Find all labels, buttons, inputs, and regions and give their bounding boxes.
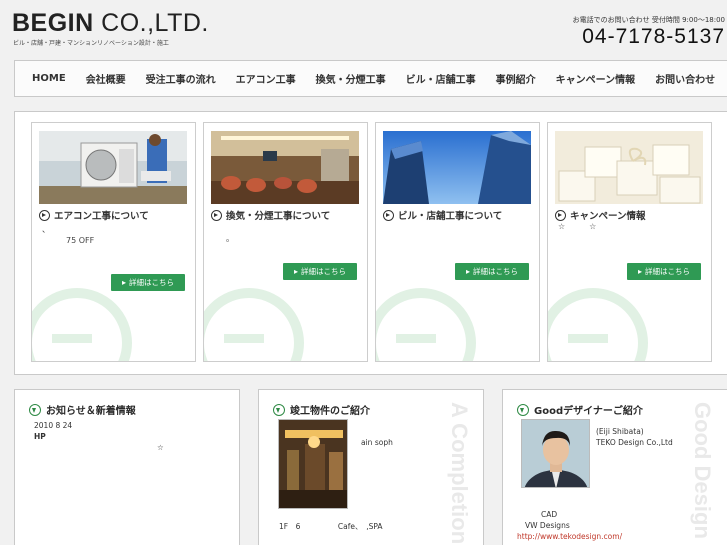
card-title[interactable]: キャンペーン情報: [555, 208, 646, 222]
arrow-deco: [204, 288, 304, 361]
nav-cases[interactable]: 事例紹介: [486, 71, 546, 86]
news-date: 2010 8 24: [34, 421, 73, 430]
nav-campaign[interactable]: キャンペーン情報: [546, 71, 646, 86]
completion-box: A Completion 竣工物件のご紹介 ain soph 1F 6 Cafe…: [258, 389, 484, 545]
nav-building[interactable]: ビル・店舗工事: [396, 71, 486, 86]
arrow-deco: [376, 288, 476, 361]
card-aircon: エアコン工事について 、75 OFF 詳細はこちら: [31, 122, 196, 362]
card-title[interactable]: エアコン工事について: [39, 208, 149, 222]
detail-button[interactable]: 詳細はこちら: [283, 263, 357, 280]
nav-contact[interactable]: お問い合わせ: [645, 71, 725, 86]
arrow-down-icon: [29, 403, 41, 416]
arrow-right-icon: [383, 209, 394, 221]
ventilation-photo[interactable]: [211, 131, 359, 204]
arrow-deco: [548, 288, 648, 361]
card-title[interactable]: 換気・分煙工事について: [211, 208, 330, 222]
card-text: ☆ ☆: [558, 222, 597, 231]
campaign-photo[interactable]: [555, 131, 703, 204]
arrow-right-icon: [555, 209, 566, 221]
arrow-right-icon: [211, 209, 222, 221]
detail-button[interactable]: 詳細はこちら: [455, 263, 529, 280]
designer-title[interactable]: Goodデザイナーご紹介: [517, 402, 643, 417]
news-star: ☆: [157, 443, 164, 452]
arrow-deco: [32, 288, 132, 361]
service-panel: エアコン工事について 、75 OFF 詳細はこちら 換気・分煙工事について 。 …: [14, 111, 727, 375]
news-box: お知らせ＆新着情報 2010 8 24 HP ☆: [14, 389, 240, 545]
detail-button[interactable]: 詳細はこちら: [111, 274, 185, 291]
designer-company: TEKO Design Co.,Ltd: [596, 438, 673, 447]
aircon-photo[interactable]: [39, 131, 187, 204]
card-text: 、 75 OFF: [42, 225, 95, 245]
news-item[interactable]: HP: [34, 432, 46, 441]
designer-photo[interactable]: [521, 419, 590, 488]
completion-photo[interactable]: [278, 419, 348, 509]
building-photo[interactable]: [383, 131, 531, 204]
detail-button[interactable]: 詳細はこちら: [627, 263, 701, 280]
completion-deco-text: A Completion: [447, 402, 472, 545]
nav-ventilation[interactable]: 換気・分煙工事: [306, 71, 396, 86]
news-title[interactable]: お知らせ＆新着情報: [29, 402, 136, 417]
card-title[interactable]: ビル・店舗工事について: [383, 208, 502, 222]
arrow-right-icon: [39, 209, 50, 221]
completion-title[interactable]: 竣工物件のご紹介: [273, 402, 370, 417]
nav-aircon[interactable]: エアコン工事: [226, 71, 306, 86]
arrow-down-icon: [273, 403, 285, 416]
completion-detail: 1F 6 Cafe、 ,SPA: [279, 522, 383, 531]
tagline: ビル・店舗・戸建・マンションリノベーション設計・施工: [13, 40, 169, 47]
card-building: ビル・店舗工事について 詳細はこちら: [375, 122, 540, 362]
designer-cad: CAD: [541, 510, 558, 519]
card-ventilation: 換気・分煙工事について 。 詳細はこちら: [203, 122, 368, 362]
designer-link[interactable]: http://www.tekodesign.com/: [517, 532, 622, 541]
designer-box: Good Design Goodデザイナーご紹介 (Eiji Shibata) …: [502, 389, 727, 545]
arrow-down-icon: [517, 403, 529, 416]
tel-label: お電話でのお問い合わせ 受付時間 9:00〜18:00: [572, 16, 725, 24]
card-campaign: キャンペーン情報 ☆ ☆ 詳細はこちら: [547, 122, 712, 362]
nav-flow[interactable]: 受注工事の流れ: [136, 71, 226, 86]
designer-vw: VW Designs: [525, 521, 570, 530]
designer-name: (Eiji Shibata): [596, 427, 644, 436]
header: BEGIN CO.,LTD. ビル・店舗・戸建・マンションリノベーション設計・施…: [0, 0, 727, 58]
nav-home[interactable]: HOME: [15, 73, 76, 84]
designer-deco-text: Good Design: [690, 402, 715, 539]
card-text: 。: [226, 234, 234, 243]
nav-company[interactable]: 会社概要: [76, 71, 136, 86]
completion-name: ain soph: [361, 438, 393, 447]
company-logo[interactable]: BEGIN CO.,LTD.: [12, 10, 209, 36]
main-nav: HOME 会社概要 受注工事の流れ エアコン工事 換気・分煙工事 ビル・店舗工事…: [14, 60, 727, 97]
phone-number: 04-7178-5137: [582, 25, 725, 48]
